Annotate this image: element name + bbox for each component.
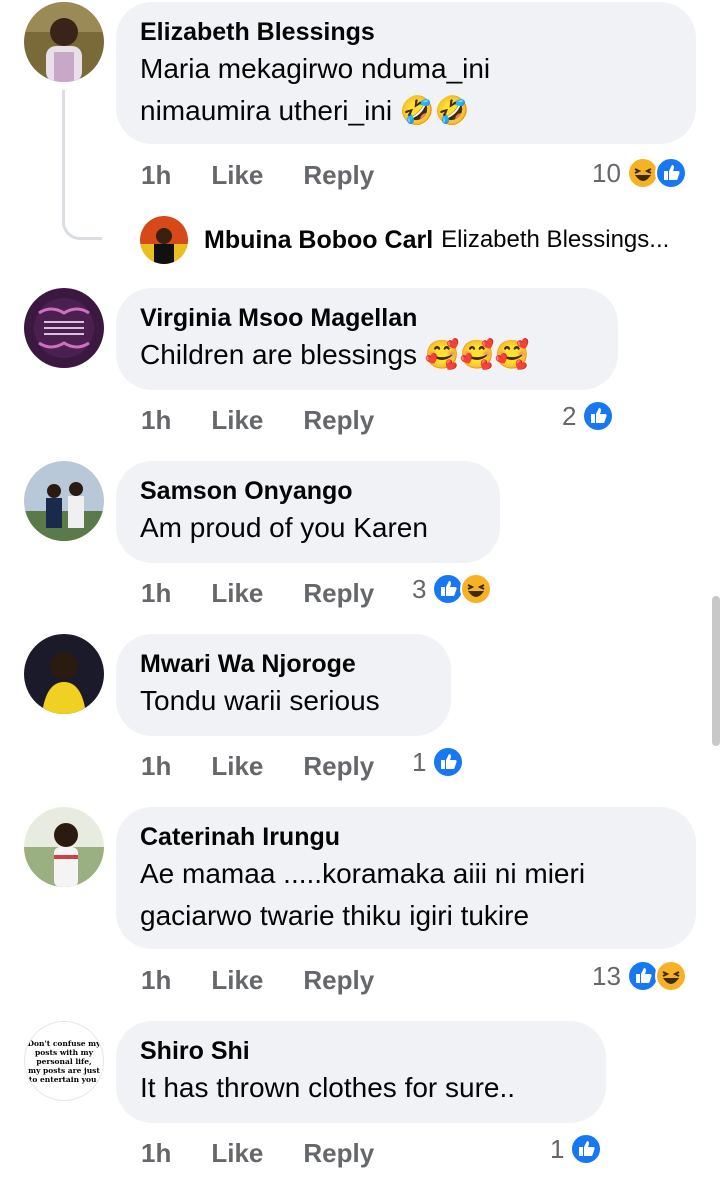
comment-actions: 1h Like Reply — [141, 748, 374, 784]
timestamp[interactable]: 1h — [141, 751, 171, 782]
haha-icon — [460, 573, 493, 605]
like-icon — [654, 157, 687, 189]
avatar[interactable] — [24, 461, 104, 541]
reaction-count: 10 — [592, 157, 621, 188]
reply-button[interactable]: Reply — [303, 1138, 374, 1169]
reply-button[interactable]: Reply — [303, 405, 374, 436]
like-button[interactable]: Like — [211, 405, 263, 436]
avatar[interactable] — [24, 2, 104, 82]
comment-text-line: Tondu warii serious — [140, 685, 380, 716]
reaction-summary[interactable]: 13 — [592, 958, 687, 994]
reaction-summary[interactable]: 10 — [592, 155, 687, 191]
reply-button[interactable]: Reply — [303, 160, 374, 191]
avatar-text-line: to entertain you. — [28, 1074, 100, 1084]
comment-text-line: Maria mekagirwo nduma_ini — [140, 53, 491, 84]
like-icon — [582, 400, 615, 432]
comment-author[interactable]: Samson Onyango — [140, 475, 476, 507]
avatar-text-line: Don't confuse my — [27, 1038, 101, 1048]
comment-author[interactable]: Mwari Wa Njoroge — [140, 648, 427, 680]
timestamp[interactable]: 1h — [141, 160, 171, 191]
reply-author[interactable]: Mbuina Boboo Carl — [204, 226, 433, 255]
reply-text: Elizabeth Blessings... — [441, 226, 670, 253]
comment-bubble: Elizabeth Blessings Maria mekagirwo ndum… — [116, 2, 696, 144]
reply-button[interactable]: Reply — [303, 751, 374, 782]
comment-bubble: Mwari Wa Njoroge Tondu warii serious — [116, 634, 451, 736]
comment-bubble: Virginia Msoo Magellan Children are bles… — [116, 288, 618, 390]
comment-text-line: Children are blessings 🥰🥰🥰 — [140, 339, 530, 370]
like-button[interactable]: Like — [211, 578, 263, 609]
avatar-text-line: personal life, — [36, 1056, 92, 1066]
comment-text-line: nimaumira utheri_ini 🤣🤣 — [140, 95, 470, 126]
like-icon — [570, 1133, 603, 1165]
avatar[interactable] — [24, 288, 104, 368]
reaction-count: 2 — [562, 400, 577, 431]
comment-bubble: Samson Onyango Am proud of you Karen — [116, 461, 500, 563]
avatar[interactable] — [140, 216, 188, 264]
reaction-count: 1 — [412, 746, 427, 777]
timestamp[interactable]: 1h — [141, 405, 171, 436]
reply-preview[interactable]: Mbuina Boboo Carl Elizabeth Blessings... — [140, 215, 669, 265]
avatar[interactable]: Don't confuse my posts with my personal … — [24, 1021, 104, 1101]
like-button[interactable]: Like — [211, 965, 263, 996]
comment-text-line: It has thrown clothes for sure.. — [140, 1072, 516, 1103]
comment-actions: 1h Like Reply — [141, 402, 374, 438]
timestamp[interactable]: 1h — [141, 965, 171, 996]
comment-author[interactable]: Elizabeth Blessings — [140, 16, 672, 48]
comment-actions: 1h Like Reply — [141, 157, 374, 193]
reaction-count: 13 — [592, 960, 621, 991]
reaction-summary[interactable]: 2 — [562, 398, 615, 434]
timestamp[interactable]: 1h — [141, 578, 171, 609]
comment-text-line: Ae mamaa .....koramaka aiii ni mieri — [140, 858, 586, 889]
like-button[interactable]: Like — [211, 751, 263, 782]
like-icon — [432, 746, 465, 778]
reply-button[interactable]: Reply — [303, 578, 374, 609]
reaction-summary[interactable]: 1 — [550, 1131, 603, 1167]
reaction-summary[interactable]: 1 — [412, 744, 465, 780]
reply-button[interactable]: Reply — [303, 965, 374, 996]
comment-text-line: Am proud of you Karen — [140, 512, 428, 543]
comment-actions: 1h Like Reply — [141, 575, 374, 611]
like-button[interactable]: Like — [211, 160, 263, 191]
avatar[interactable] — [24, 807, 104, 887]
like-button[interactable]: Like — [211, 1138, 263, 1169]
haha-icon — [654, 960, 687, 992]
reaction-count: 1 — [550, 1133, 565, 1164]
thread-connector — [62, 90, 102, 240]
comment-author[interactable]: Virginia Msoo Magellan — [140, 302, 594, 334]
comment-author[interactable]: Caterinah Irungu — [140, 821, 672, 853]
comment-bubble: Shiro Shi It has thrown clothes for sure… — [116, 1021, 606, 1123]
avatar-text-line: my posts are just — [28, 1065, 100, 1075]
comment-bubble: Caterinah Irungu Ae mamaa .....koramaka … — [116, 807, 696, 949]
reaction-summary[interactable]: 3 — [412, 571, 493, 607]
reaction-count: 3 — [412, 573, 427, 604]
timestamp[interactable]: 1h — [141, 1138, 171, 1169]
avatar-text-line: posts with my — [35, 1047, 93, 1057]
avatar[interactable] — [24, 634, 104, 714]
comment-actions: 1h Like Reply — [141, 962, 374, 998]
comment-author[interactable]: Shiro Shi — [140, 1035, 582, 1067]
scrollbar[interactable] — [712, 596, 720, 746]
comment-actions: 1h Like Reply — [141, 1135, 374, 1171]
comment-text-line: gaciarwo twarie thiku igiri tukire — [140, 900, 530, 931]
